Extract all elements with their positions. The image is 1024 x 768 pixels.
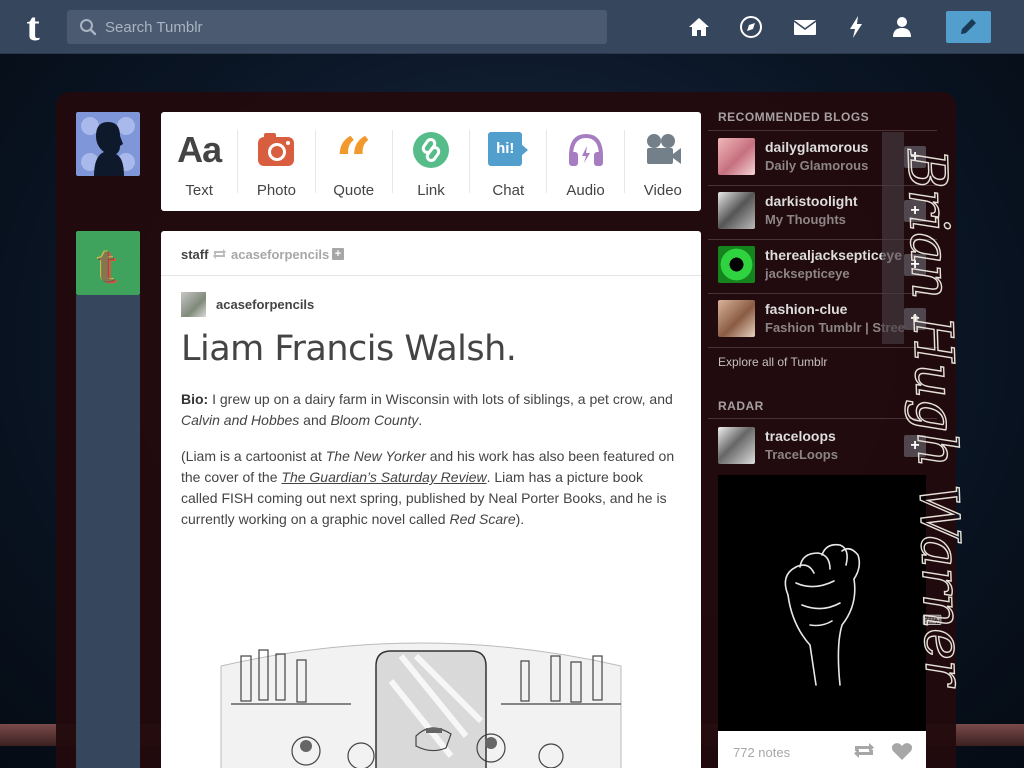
radar-blog-row[interactable]: traceloops TraceLoops +	[708, 420, 927, 474]
staff-rail	[76, 295, 140, 768]
camera-icon	[258, 133, 295, 166]
blog-avatar[interactable]	[718, 138, 755, 175]
user-avatar-image	[81, 117, 135, 176]
search-icon	[80, 19, 97, 36]
blog-avatar[interactable]	[718, 427, 755, 464]
author-avatar[interactable]	[181, 292, 206, 317]
recommended-blogs-heading: RECOMMENDED BLOGS	[718, 110, 870, 124]
search-input[interactable]	[105, 10, 595, 44]
staff-avatar[interactable]: t t t	[76, 231, 140, 295]
inbox-icon[interactable]	[792, 14, 818, 40]
post-type-chat[interactable]: hi! Chat	[470, 130, 548, 199]
explore-tumblr-link[interactable]: Explore all of Tumblr	[718, 355, 827, 369]
cartoon-illustration	[211, 636, 631, 768]
svg-text:t: t	[97, 234, 115, 294]
post-type-label: Quote	[333, 182, 375, 199]
dashboard-post: staff acaseforpencils + acaseforpencils …	[161, 231, 701, 768]
post-type-label: Photo	[256, 182, 297, 199]
post-type-bar: Aa Text Photo “ Quote Link hi! Chat Audi…	[161, 112, 701, 211]
user-avatar[interactable]	[76, 112, 140, 176]
blog-name[interactable]: traceloops	[765, 428, 905, 444]
home-icon[interactable]	[686, 14, 712, 40]
account-icon[interactable]	[889, 14, 915, 40]
post-type-label: Audio	[566, 182, 605, 199]
headphones-icon	[568, 133, 603, 166]
activity-icon[interactable]	[843, 14, 869, 40]
blog-avatar[interactable]	[718, 192, 755, 229]
reblog-icon[interactable]	[853, 742, 875, 759]
post-type-text[interactable]: Aa Text	[161, 129, 239, 199]
author-name[interactable]: acaseforpencils	[216, 297, 314, 312]
heart-icon[interactable]	[891, 742, 913, 761]
post-author: acaseforpencils	[181, 292, 581, 318]
follow-plus-icon[interactable]: +	[904, 308, 926, 330]
post-type-label: Chat	[492, 182, 525, 199]
post-header: staff acaseforpencils +	[161, 231, 701, 276]
follow-plus-icon[interactable]: +	[904, 435, 926, 457]
link-icon	[412, 132, 449, 168]
sidebar-scrollbar[interactable]	[882, 132, 904, 344]
post-title: Liam Francis Walsh.	[181, 329, 517, 369]
tumblr-t-icon: t t t	[96, 233, 117, 295]
text-post-icon: Aa	[177, 129, 222, 170]
reblog-icon	[213, 249, 226, 259]
video-camera-icon	[646, 134, 681, 164]
radar-post-footer: 772 notes	[718, 731, 926, 768]
compose-button[interactable]	[946, 11, 991, 43]
follow-plus-icon[interactable]: +	[904, 254, 926, 276]
follow-plus-icon[interactable]: +	[332, 248, 344, 260]
blog-title: TraceLoops	[765, 447, 838, 462]
post-paragraph: (Liam is a cartoonist at The New Yorker …	[181, 448, 675, 527]
radar-heading: RADAR	[718, 399, 764, 413]
post-type-photo[interactable]: Photo	[238, 130, 316, 199]
post-type-label: Text	[185, 182, 213, 199]
follow-plus-icon[interactable]: +	[904, 146, 926, 168]
quote-icon: “	[335, 124, 373, 199]
explore-icon[interactable]	[738, 14, 764, 40]
post-bio: Bio: I grew up on a dairy farm in Wiscon…	[181, 391, 673, 428]
blog-avatar[interactable]	[718, 246, 755, 283]
raised-fist-drawing	[784, 543, 861, 686]
search-box[interactable]	[67, 10, 607, 44]
keyboard-icon: ⌨	[922, 612, 943, 628]
post-type-link[interactable]: Link	[393, 130, 471, 199]
divider	[708, 347, 937, 348]
reblogger-name[interactable]: staff	[181, 247, 208, 262]
post-type-audio[interactable]: Audio	[547, 130, 625, 199]
chat-icon: hi!	[488, 132, 529, 168]
post-type-video[interactable]: Video	[625, 130, 701, 199]
post-type-quote[interactable]: “ Quote	[316, 124, 393, 199]
post-type-label: Link	[417, 182, 445, 199]
blog-avatar[interactable]	[718, 300, 755, 337]
notes-count[interactable]: 772 notes	[733, 745, 790, 760]
divider	[708, 418, 937, 419]
guardian-link[interactable]: The Guardian’s Saturday Review	[281, 469, 486, 485]
post-type-label: Video	[643, 182, 682, 199]
pencil-icon	[961, 19, 976, 34]
top-navigation-bar: t	[0, 0, 1024, 54]
follow-plus-icon[interactable]: +	[904, 200, 926, 222]
tumblr-logo[interactable]: t	[16, 7, 50, 47]
radar-post-image[interactable]	[718, 475, 926, 731]
reblogged-from-name[interactable]: acaseforpencils	[231, 247, 329, 262]
